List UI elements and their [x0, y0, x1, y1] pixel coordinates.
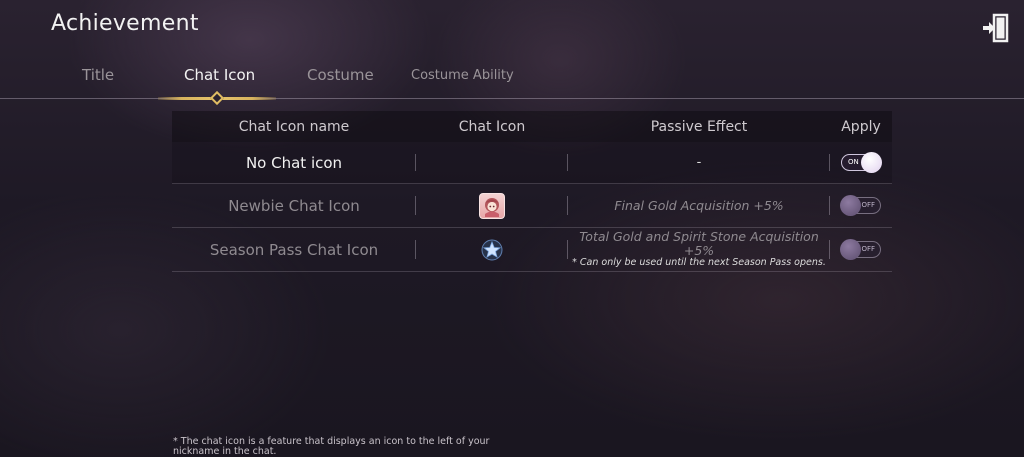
header-chat-icon: Chat Icon: [458, 118, 526, 135]
table-row: No Chat icon - ON: [172, 142, 892, 184]
apply-toggle-season-pass-chat-icon[interactable]: OFF: [840, 239, 881, 260]
apply-toggle-no-chat-icon[interactable]: ON: [841, 152, 882, 173]
passive-effect: Total Gold and Spirit Stone Acquisition …: [579, 228, 819, 259]
apply-toggle-newbie-chat-icon[interactable]: OFF: [840, 195, 881, 216]
chat-icon-table: Chat Icon name Chat Icon Passive Effect …: [172, 111, 892, 272]
table-row: Season Pass Chat Icon Total Gold and Spi…: [172, 228, 892, 272]
chat-icon-name: Newbie Chat Icon: [228, 196, 360, 215]
toggle-label: OFF: [861, 201, 875, 209]
tab-costume[interactable]: Costume: [307, 66, 374, 84]
newbie-girl-icon: [479, 192, 505, 219]
passive-effect: Final Gold Acquisition +5%: [614, 198, 784, 213]
toggle-label: OFF: [861, 245, 875, 253]
header-apply: Apply: [841, 118, 881, 135]
exit-button[interactable]: [978, 10, 1014, 46]
chat-icon-name: No Chat icon: [245, 153, 343, 172]
tab-title[interactable]: Title: [82, 66, 114, 84]
toggle-knob: [861, 152, 882, 173]
exit-door-icon: [983, 13, 1009, 43]
table-row: Newbie Chat Icon Final Gold Acquisition …: [172, 184, 892, 228]
toggle-knob: [840, 239, 861, 260]
tab-bar: Title Chat Icon Costume Costume Ability: [0, 60, 1024, 106]
passive-effect: -: [696, 155, 702, 170]
season-pass-star-icon: [479, 237, 505, 263]
chat-icon-cell-empty: [416, 142, 568, 183]
chat-icon-name: Season Pass Chat Icon: [209, 240, 379, 259]
tab-chat-icon[interactable]: Chat Icon: [184, 66, 255, 84]
header-chat-icon-name: Chat Icon name: [238, 118, 350, 135]
tab-costume-ability[interactable]: Costume Ability: [411, 68, 514, 83]
tab-divider: [0, 98, 1024, 99]
page-title: Achievement: [51, 11, 199, 36]
passive-effect-note: * Can only be used until the next Season…: [572, 257, 826, 269]
active-tab-diamond-icon: [209, 90, 225, 106]
table-header: Chat Icon name Chat Icon Passive Effect …: [172, 111, 892, 142]
toggle-label: ON: [848, 158, 859, 166]
footnote: * The chat icon is a feature that displa…: [173, 436, 490, 457]
header-passive-effect: Passive Effect: [650, 118, 748, 135]
toggle-knob: [840, 195, 861, 216]
